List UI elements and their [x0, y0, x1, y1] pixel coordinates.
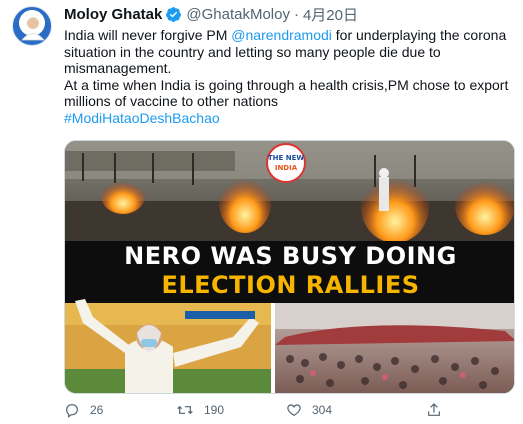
share-button[interactable] — [426, 402, 452, 418]
reply-count: 26 — [90, 403, 104, 417]
tweet-text-line-1: India will never forgive PM @narendramod… — [64, 27, 512, 44]
channel-logo-text: THE NEW — [268, 154, 304, 162]
media-headline-line-1: NERO WAS BUSY DOING — [124, 242, 457, 270]
header-separator: · — [293, 5, 299, 23]
like-button[interactable]: 304 — [286, 402, 332, 418]
tweet-actions: 26 190 304 — [64, 402, 484, 422]
mention-link[interactable]: @narendramodi — [231, 27, 332, 43]
tweet-date[interactable]: 4月20日 — [303, 4, 358, 25]
tweet-text-line-5: millions of vaccine to other nations — [64, 93, 278, 110]
tweet-text-segment: for underplaying the corona — [331, 27, 507, 43]
avatar[interactable] — [12, 6, 52, 46]
heart-icon — [287, 404, 301, 417]
channel-logo-text: INDIA — [275, 164, 298, 172]
tweet-text-line-4: At a time when India is going through a … — [64, 76, 509, 93]
retweet-icon — [177, 405, 193, 415]
tweet-text: India will never forgive PM @narendramod… — [64, 27, 512, 127]
hashtag-link[interactable]: #ModiHataoDeshBachao — [64, 110, 512, 127]
like-count: 304 — [312, 403, 333, 417]
author-name[interactable]: Moloy Ghatak — [64, 6, 162, 23]
retweet-button[interactable]: 190 — [176, 402, 224, 418]
tweet-text-line-2: situation in the country and letting so … — [64, 43, 441, 60]
media-headline: NERO WAS BUSY DOING ELECTION RALLIES — [65, 242, 514, 300]
tweet[interactable]: Moloy Ghatak @GhatakMoloy · 4月20日 India … — [0, 0, 523, 424]
reply-icon — [66, 404, 78, 418]
tweet-header: Moloy Ghatak @GhatakMoloy · 4月20日 — [64, 4, 358, 24]
author-handle[interactable]: @GhatakMoloy — [186, 6, 290, 23]
channel-logo-icon — [266, 143, 306, 183]
retweet-count: 190 — [204, 403, 225, 417]
media-headline-line-2: ELECTION RALLIES — [161, 271, 420, 299]
reply-button[interactable]: 26 — [64, 402, 103, 418]
avatar-portrait-icon — [21, 17, 45, 41]
tweet-text-segment: India will never forgive PM — [64, 27, 232, 43]
tweet-media-image[interactable]: THE NEW INDIA NERO WAS BUSY DOING ELECTI… — [64, 140, 515, 394]
verified-badge-icon — [165, 6, 182, 23]
tweet-text-line-3: mismanagement. — [64, 60, 172, 77]
share-icon — [428, 403, 440, 416]
